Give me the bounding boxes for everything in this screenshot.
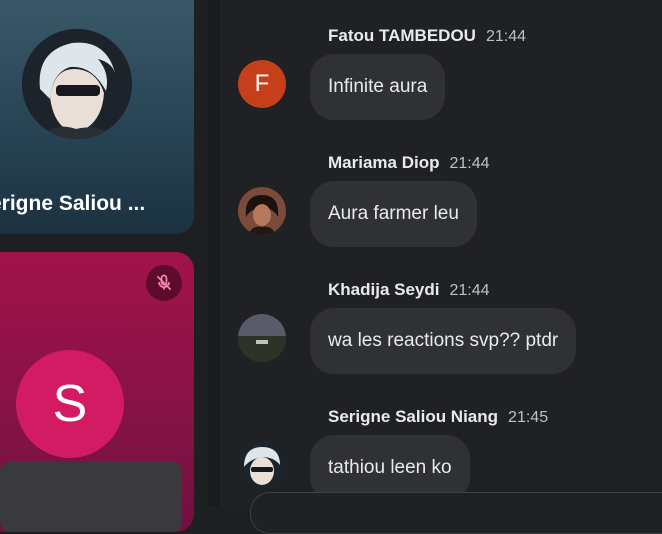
sender-name: Fatou TAMBEDOU [328,26,476,45]
message-time: 21:44 [485,28,526,45]
message-time: 21:44 [449,282,490,299]
sender-avatar: F [238,60,286,108]
participant-initial-avatar: S [16,350,124,458]
message-meta: Serigne Saliou Niang 21:45 [328,407,548,427]
message-meta: Khadija Seydi 21:44 [328,280,490,300]
participant-overlay [0,462,182,532]
message-meta: Mariama Diop 21:44 [328,153,490,173]
participant-tile[interactable]: erigne Saliou ... [0,0,194,234]
participant-tile[interactable]: S [0,252,194,532]
message-input[interactable] [250,492,662,534]
message-bubble: Infinite aura [310,54,446,120]
participant-avatar [22,29,132,139]
sender-name: Mariama Diop [328,153,440,172]
chat-panel: Fatou TAMBEDOU 21:44 F Infinite aura Mari… [220,0,662,534]
participant-grid: erigne Saliou ... S [0,0,208,532]
sender-name: Serigne Saliou Niang [328,407,499,426]
panel-divider [208,0,220,506]
sender-name: Khadija Seydi [328,280,440,299]
mic-off-icon [146,265,182,301]
sender-avatar [238,187,286,235]
message-time: 21:45 [508,409,549,426]
participant-name: erigne Saliou ... [0,192,146,215]
sender-avatar [238,441,286,489]
message-bubble: wa les reactions svp?? ptdr [310,308,577,374]
message-time: 21:44 [449,155,490,172]
sender-avatar [238,314,286,362]
message-meta: Fatou TAMBEDOU 21:44 [328,26,526,46]
message-bubble: Aura farmer leu [310,181,477,247]
